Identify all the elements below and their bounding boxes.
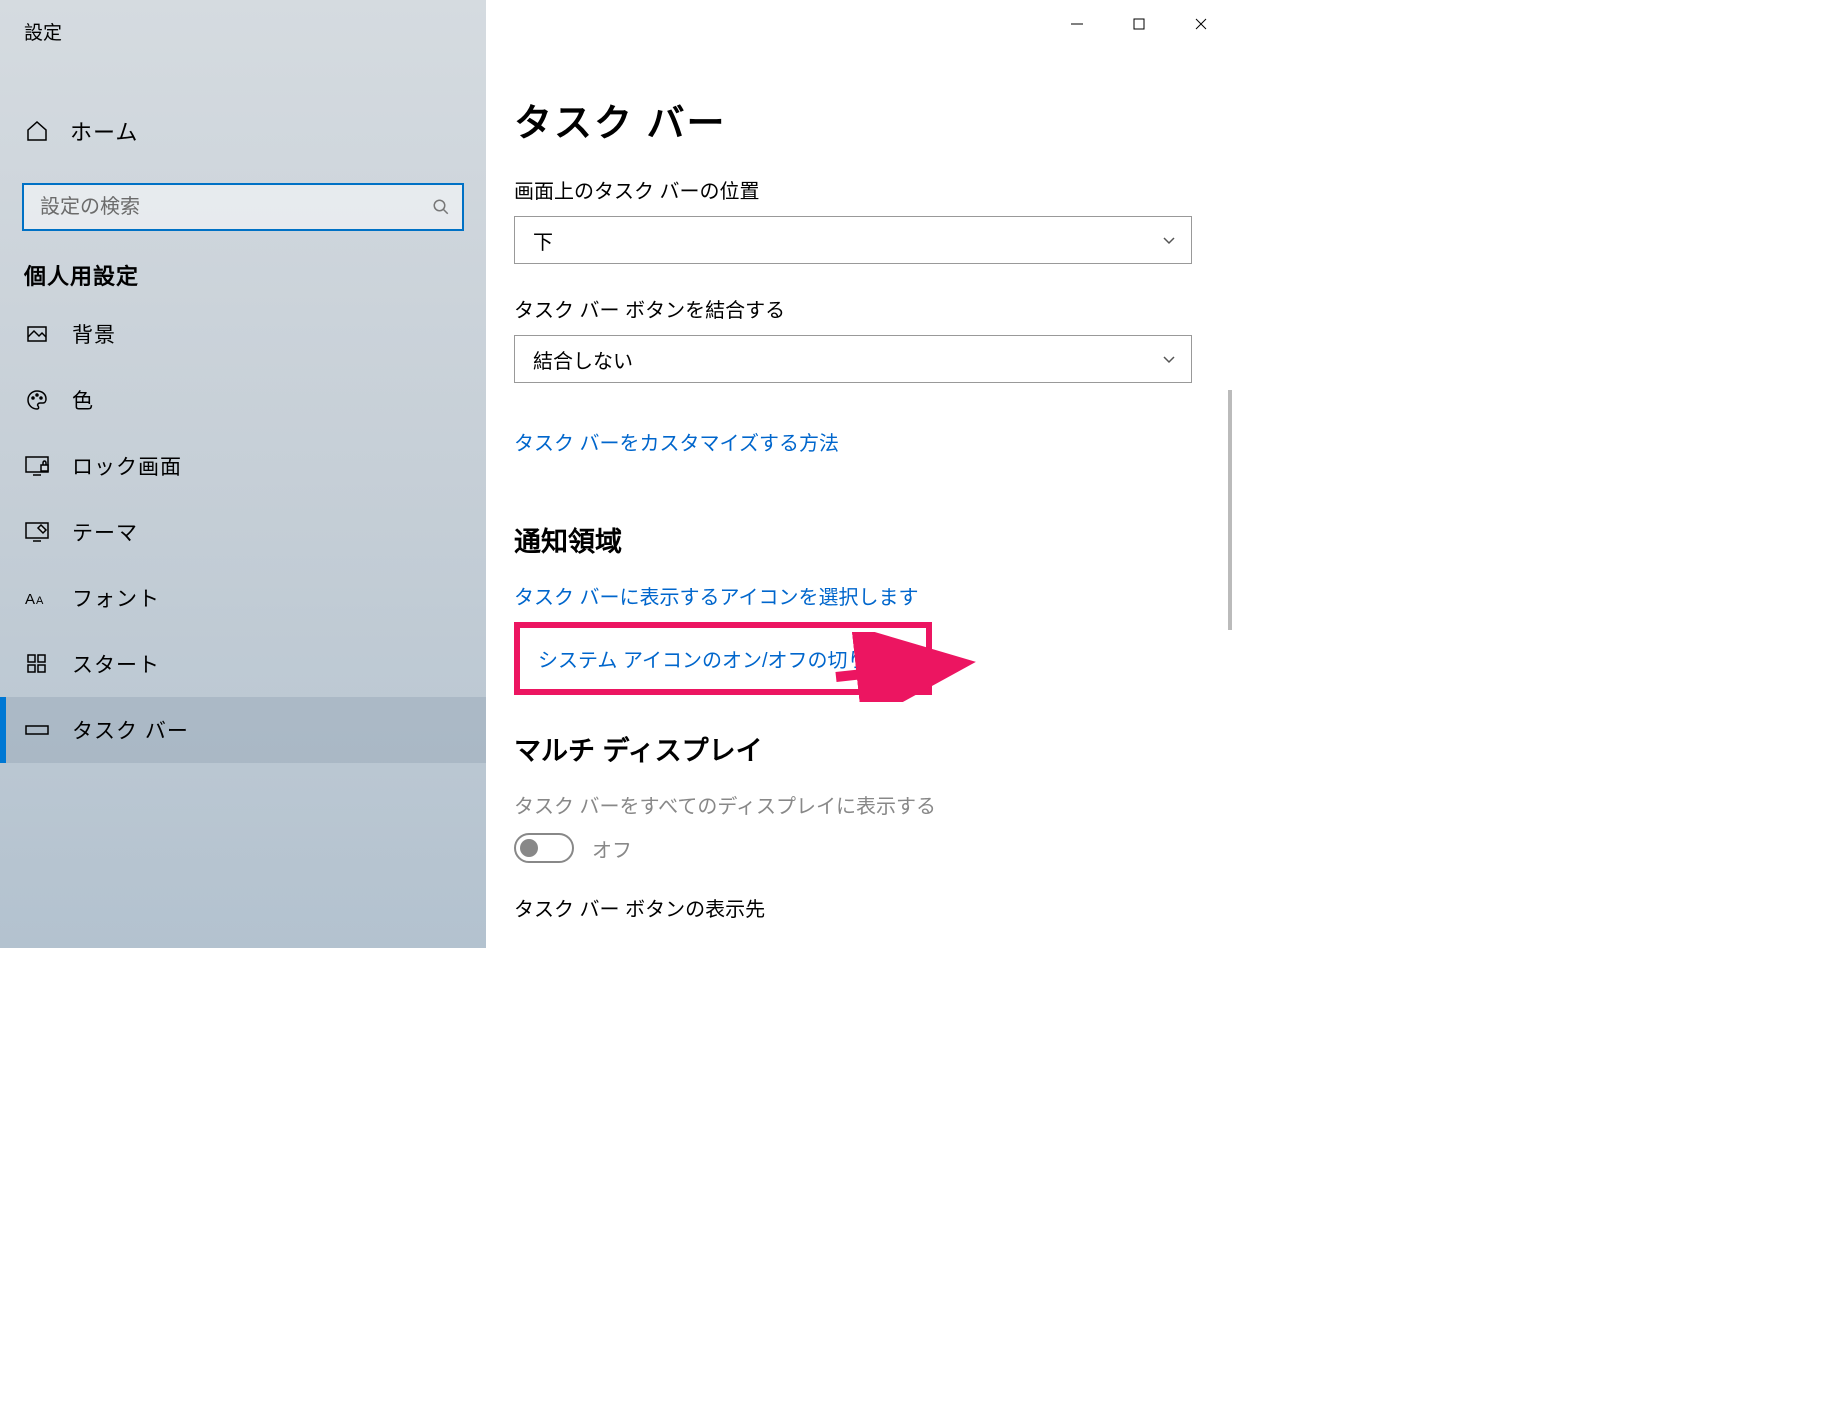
svg-text:A: A xyxy=(36,595,44,607)
main-content: タスク バー 画面上のタスク バーの位置 下 タスク バー ボタンを結合する 結… xyxy=(486,0,1232,948)
sidebar-item-lockscreen[interactable]: ロック画面 xyxy=(0,433,486,499)
sidebar-item-themes[interactable]: テーマ xyxy=(0,499,486,565)
sidebar: 設定 ホーム 個人用設定 背景 色 ロック画面 テーマ xyxy=(0,0,486,948)
theme-icon xyxy=(24,519,50,545)
close-button[interactable] xyxy=(1170,0,1232,48)
toggle-state-label: オフ xyxy=(592,834,632,863)
multi-display-label: タスク バーをすべてのディスプレイに表示する xyxy=(514,790,1204,819)
combine-buttons-select[interactable]: 結合しない xyxy=(514,335,1192,383)
sidebar-item-start[interactable]: スタート xyxy=(0,631,486,697)
home-icon xyxy=(24,118,50,144)
select-value: 結合しない xyxy=(533,345,633,374)
highlight-annotation: システム アイコンのオン/オフの切り替え xyxy=(514,622,932,695)
titlebar xyxy=(486,0,1232,48)
search-icon xyxy=(432,198,450,216)
image-icon xyxy=(24,321,50,347)
sidebar-item-label: タスク バー xyxy=(72,715,189,745)
start-icon xyxy=(24,651,50,677)
multi-display-heading: マルチ ディスプレイ xyxy=(514,729,1204,768)
customize-taskbar-link[interactable]: タスク バーをカスタマイズする方法 xyxy=(514,427,839,456)
button-display-label: タスク バー ボタンの表示先 xyxy=(514,893,1204,922)
combine-buttons-label: タスク バー ボタンを結合する xyxy=(514,294,1204,323)
sidebar-item-taskbar[interactable]: タスク バー xyxy=(0,697,486,763)
maximize-button[interactable] xyxy=(1108,0,1170,48)
sidebar-item-label: フォント xyxy=(72,583,160,613)
sidebar-item-background[interactable]: 背景 xyxy=(0,301,486,367)
sidebar-item-fonts[interactable]: AA フォント xyxy=(0,565,486,631)
home-label: ホーム xyxy=(70,115,138,147)
notification-area-heading: 通知領域 xyxy=(514,520,1204,559)
sidebar-item-label: スタート xyxy=(72,649,160,679)
taskbar-position-label: 画面上のタスク バーの位置 xyxy=(514,175,1204,204)
search-box[interactable] xyxy=(22,183,464,231)
sidebar-item-label: ロック画面 xyxy=(72,451,182,481)
select-icons-link[interactable]: タスク バーに表示するアイコンを選択します xyxy=(514,581,919,610)
multi-display-toggle[interactable] xyxy=(514,833,574,863)
font-icon: AA xyxy=(24,585,50,611)
sidebar-item-label: 色 xyxy=(72,385,94,415)
sidebar-item-colors[interactable]: 色 xyxy=(0,367,486,433)
palette-icon xyxy=(24,387,50,413)
lockscreen-icon xyxy=(24,453,50,479)
window-title: 設定 xyxy=(0,0,486,63)
svg-text:A: A xyxy=(25,591,35,608)
sidebar-item-label: テーマ xyxy=(72,517,138,547)
sidebar-item-label: 背景 xyxy=(72,319,116,349)
search-input[interactable] xyxy=(40,196,432,219)
minimize-button[interactable] xyxy=(1046,0,1108,48)
page-title: タスク バー xyxy=(514,92,1204,147)
taskbar-position-select[interactable]: 下 xyxy=(514,216,1192,264)
chevron-down-icon xyxy=(1161,351,1177,367)
chevron-down-icon xyxy=(1161,232,1177,248)
scrollbar[interactable] xyxy=(1228,390,1232,630)
select-value: 下 xyxy=(533,226,553,255)
system-icons-toggle-link[interactable]: システム アイコンのオン/オフの切り替え xyxy=(538,644,908,673)
sidebar-item-home[interactable]: ホーム xyxy=(0,103,486,159)
section-header: 個人用設定 xyxy=(0,231,486,301)
taskbar-icon xyxy=(24,717,50,743)
